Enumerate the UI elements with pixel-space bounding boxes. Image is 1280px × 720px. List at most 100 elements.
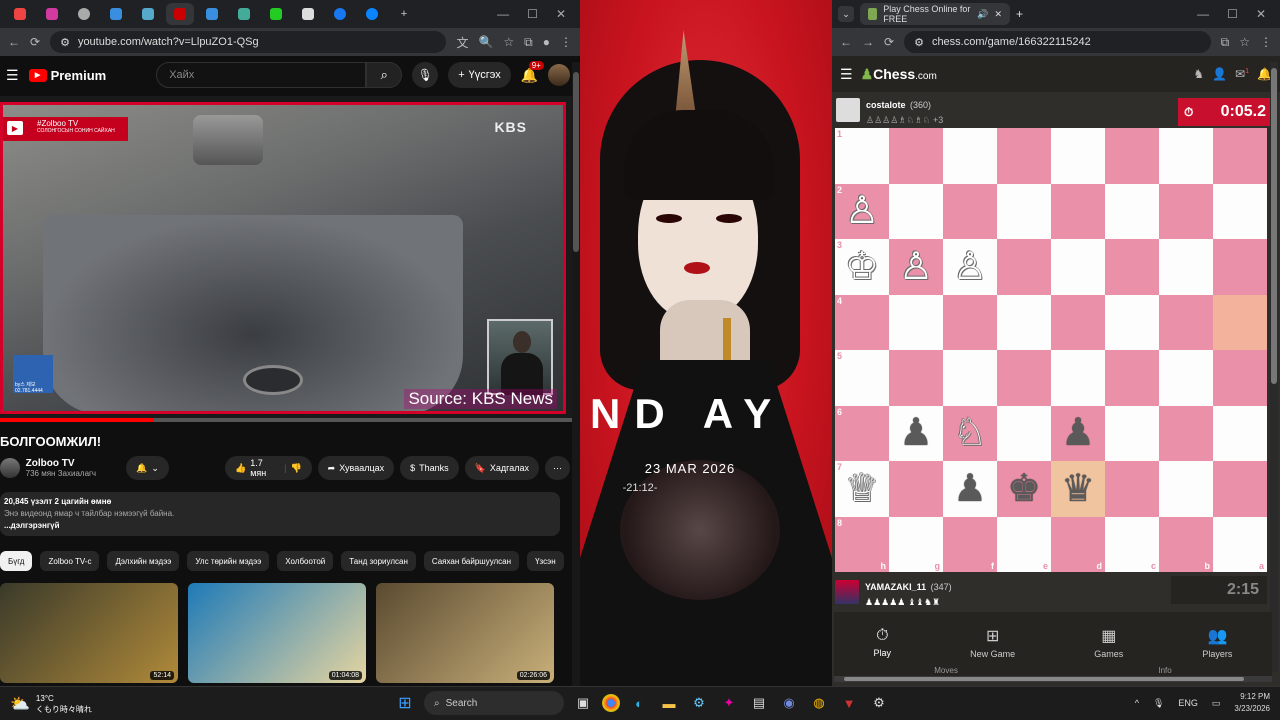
hscroll-thumb[interactable] [844, 677, 1244, 681]
zoom-icon[interactable]: 🔍 [478, 35, 493, 49]
video-thumbnail[interactable]: 02:26:06 [376, 583, 554, 683]
tab-3[interactable] [70, 3, 98, 25]
board-square[interactable] [1105, 405, 1159, 461]
video-player[interactable]: ▶ #Zolboo TV СОЛОНГОСЫН СОНИН САЙХАН KBS… [0, 96, 572, 422]
board-square[interactable] [1051, 350, 1105, 406]
extensions-icon[interactable]: ⧉ [524, 35, 533, 50]
close-tab-icon[interactable]: ✕ [994, 9, 1002, 20]
video-thumbnail[interactable]: 52:14 [0, 583, 178, 683]
nav-games[interactable]: ▦ Games [1094, 626, 1123, 659]
share-button[interactable]: ➦ Хуваалцах [317, 456, 395, 480]
menu-dots-icon[interactable]: ⋮ [1260, 35, 1272, 49]
nav-play[interactable]: ⏱ Play [874, 627, 892, 658]
board-square[interactable] [1213, 405, 1267, 461]
chrome-icon[interactable] [602, 694, 620, 712]
file-explorer-icon[interactable]: ▬ [658, 692, 680, 714]
taskbar-search[interactable]: ⌕ Search [424, 691, 564, 715]
board-square[interactable]: 3 ♔ [835, 239, 889, 295]
network-icon[interactable]: ▭ [1212, 698, 1221, 709]
board-square[interactable] [1159, 128, 1213, 184]
star-icon[interactable]: ☆ [1239, 35, 1250, 49]
tab-chess-active[interactable]: Play Chess Online for FREE 🔊 ✕ [860, 3, 1010, 25]
board-square[interactable] [1159, 294, 1213, 350]
close-icon[interactable]: ✕ [556, 7, 566, 21]
tab-8[interactable] [230, 3, 258, 25]
black-piece[interactable]: ♚ [1007, 470, 1041, 508]
board-square[interactable] [1213, 183, 1267, 239]
nav-players[interactable]: 👥 Players [1202, 626, 1232, 659]
notifications-button[interactable]: 🔔 9+ [521, 60, 544, 84]
back-arrow-icon[interactable]: ← [840, 35, 852, 49]
filter-chip[interactable]: Холбоотой [277, 551, 334, 571]
profile-icon[interactable]: ● [543, 35, 550, 49]
install-app-icon[interactable]: ⧉ [1221, 35, 1230, 50]
opponent-avatar[interactable] [836, 98, 860, 122]
show-more-link[interactable]: ...дэлгэрэнгүй [4, 520, 556, 532]
board-square[interactable]: g [889, 516, 943, 572]
player-name[interactable]: YAMAZAKI_11 [865, 582, 926, 592]
star-icon[interactable]: ☆ [503, 35, 514, 49]
tab-2[interactable] [38, 3, 66, 25]
board-square[interactable]: ♘ [943, 405, 997, 461]
board-square[interactable]: 4 [835, 294, 889, 350]
yt-scrollbar[interactable] [572, 62, 580, 686]
black-piece[interactable]: ♟ [899, 414, 933, 452]
board-square[interactable]: b [1159, 516, 1213, 572]
tab-11[interactable] [326, 3, 354, 25]
filter-chip[interactable]: Танд зориулсан [341, 551, 416, 571]
tab-search-icon[interactable]: ⌄ [838, 6, 854, 22]
minimize-icon[interactable]: — [1197, 7, 1209, 21]
white-piece[interactable]: ♘ [953, 414, 987, 452]
white-piece[interactable]: ♙ [845, 192, 879, 230]
like-button[interactable]: 👍 1.7 мян | 👎 [224, 456, 312, 480]
board-square[interactable] [1105, 239, 1159, 295]
board-square[interactable]: ♛ [1051, 461, 1105, 517]
white-piece[interactable]: ♙ [899, 248, 933, 286]
subscribed-button[interactable]: 🔔 ⌄ [126, 456, 169, 480]
board-square[interactable] [997, 405, 1051, 461]
settings-icon[interactable]: ⚙ [868, 692, 890, 714]
create-button[interactable]: + Үүсгэх [448, 62, 511, 88]
board-square[interactable] [943, 128, 997, 184]
board-square[interactable] [1051, 128, 1105, 184]
board-square[interactable]: ♟ [943, 461, 997, 517]
app-icon[interactable]: ▼ [838, 692, 860, 714]
more-actions-button[interactable]: ⋯ [544, 456, 570, 480]
chevron-up-icon[interactable]: ^ [1135, 698, 1139, 708]
back-arrow-icon[interactable]: ← [8, 35, 20, 49]
board-square[interactable]: 1 [835, 128, 889, 184]
board-square[interactable] [943, 294, 997, 350]
white-piece[interactable]: ♔ [845, 248, 879, 286]
board-square[interactable] [1159, 405, 1213, 461]
board-square[interactable]: 5 [835, 350, 889, 406]
video-progress-bar[interactable] [0, 418, 572, 422]
maximize-icon[interactable]: ☐ [527, 7, 538, 21]
start-button[interactable]: ⊞ [394, 692, 416, 714]
board-square[interactable]: a [1213, 516, 1267, 572]
player-avatar[interactable] [835, 580, 859, 604]
mic-icon[interactable]: 🎙 [1153, 698, 1164, 709]
board-square[interactable]: d [1051, 516, 1105, 572]
tab-5[interactable] [134, 3, 162, 25]
store-icon[interactable]: ▤ [748, 692, 770, 714]
board-square[interactable] [997, 350, 1051, 406]
board-square[interactable]: c [1105, 516, 1159, 572]
language-indicator[interactable]: ENG [1178, 698, 1198, 708]
hamburger-icon[interactable]: ☰ [6, 67, 19, 84]
close-icon[interactable]: ✕ [1256, 7, 1266, 21]
tab-7[interactable] [198, 3, 226, 25]
youtube-logo[interactable]: ▶ Premium [28, 68, 106, 83]
board-square[interactable] [997, 239, 1051, 295]
copilot-icon[interactable]: ✦ [718, 692, 740, 714]
filter-chip[interactable]: Дэлхийн мэдээ [107, 551, 180, 571]
board-square[interactable] [889, 350, 943, 406]
description-box[interactable]: 20,845 үзэлт 2 цагийн өмнө Энэ видеонд я… [0, 492, 560, 536]
new-tab-button[interactable]: + [390, 3, 418, 25]
video-frame[interactable]: ▶ #Zolboo TV СОЛОНГОСЫН СОНИН САЙХАН KBS… [0, 102, 566, 414]
black-piece[interactable]: ♟ [1061, 414, 1095, 452]
chess-hscrollbar[interactable] [834, 676, 1272, 682]
thanks-button[interactable]: $ Thanks [400, 456, 459, 480]
board-square[interactable]: 6 [835, 405, 889, 461]
steam-icon[interactable]: ⚙ [688, 692, 710, 714]
save-button[interactable]: 🔖 Хадгалах [464, 456, 539, 480]
